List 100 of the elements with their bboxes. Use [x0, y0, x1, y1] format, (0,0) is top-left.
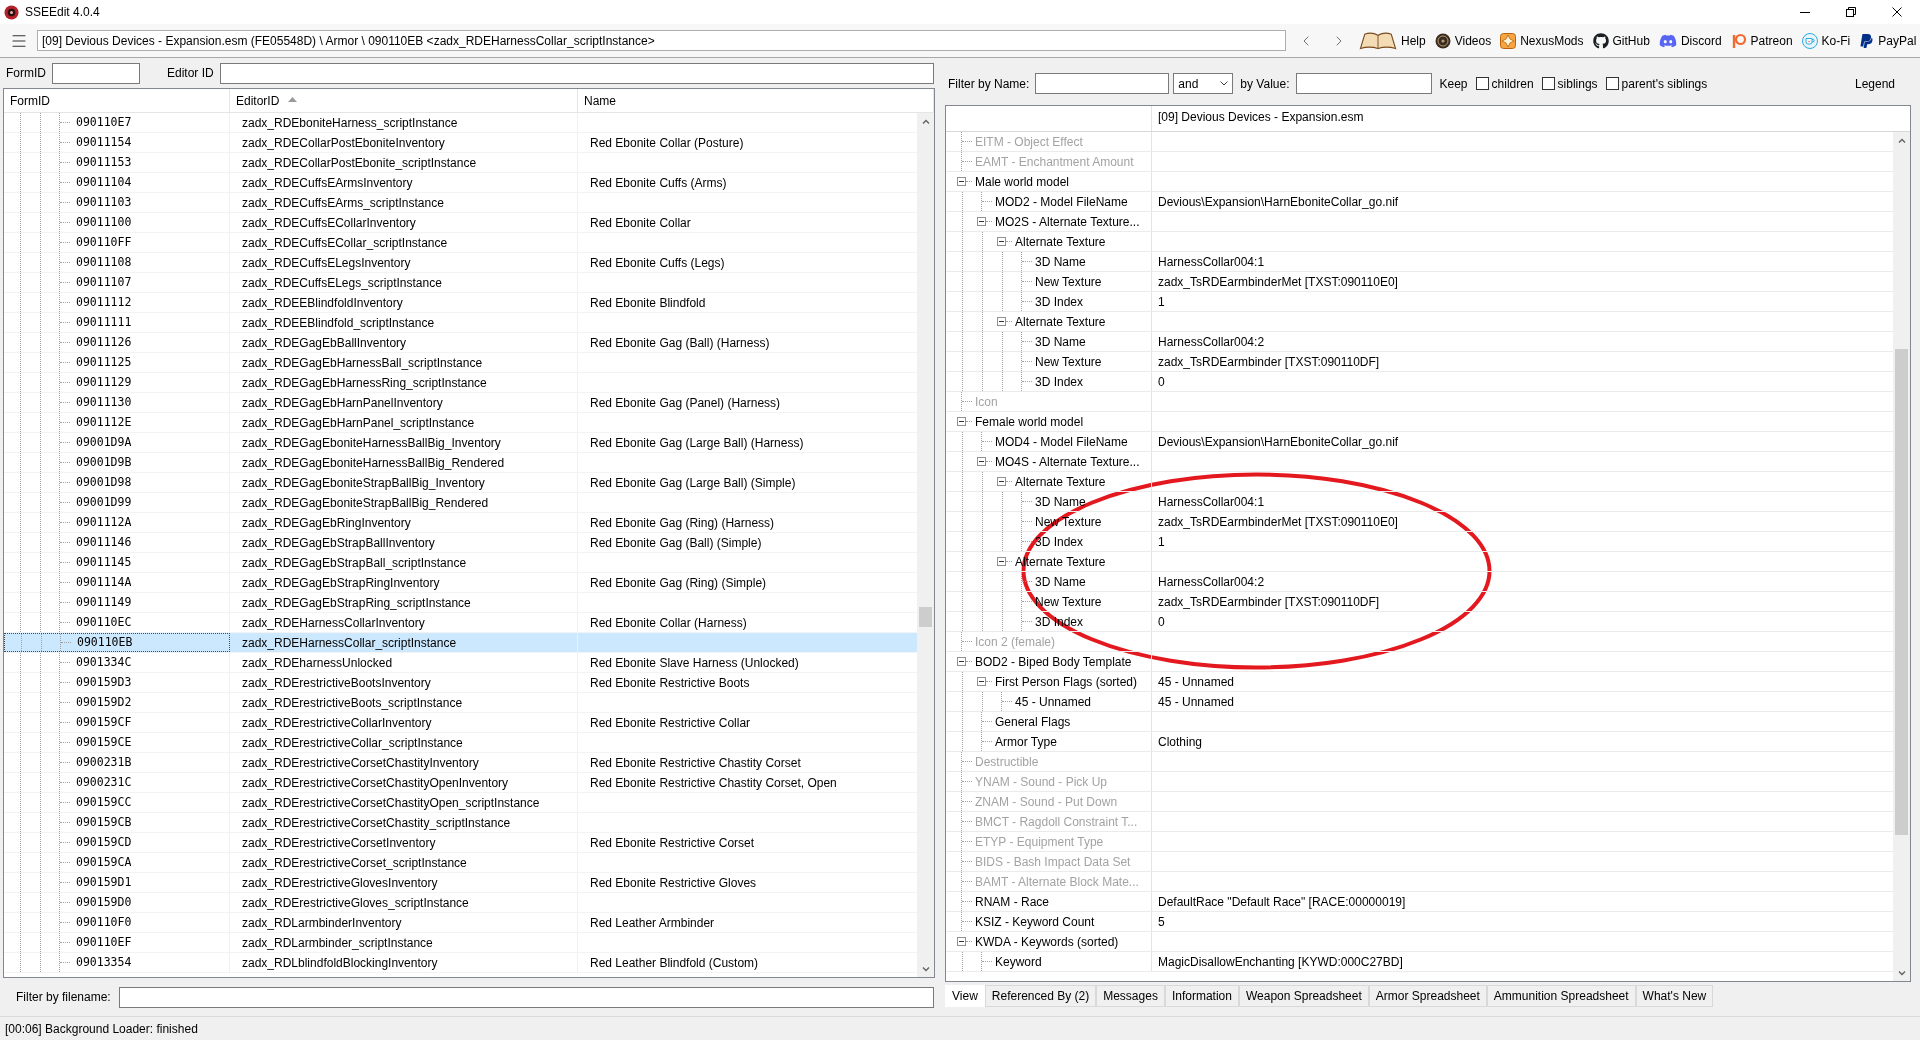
collapse-icon[interactable] [977, 217, 986, 226]
tree-row[interactable]: Female world model [946, 412, 1893, 432]
table-row[interactable]: 09011111 zadx_RDEEBlindfold_scriptInstance [4, 313, 917, 333]
table-row[interactable]: 0900231B zadx_RDErestrictiveCorsetChastityInventory Red Ebonite Restrictive Chastity Corset [4, 753, 917, 773]
table-row[interactable]: 090110FF zadx_RDECuffsECollar_scriptInstance [4, 233, 917, 253]
table-row[interactable]: 09011100 zadx_RDECuffsECollarInventory Red Ebonite Collar [4, 213, 917, 233]
tree-row[interactable]: BOD2 - Biped Body Template [946, 652, 1893, 672]
tree-row[interactable]: Armor Type Clothing [946, 732, 1893, 752]
toolbar-link[interactable]: Ko-Fi [1801, 31, 1851, 50]
tree-row[interactable]: First Person Flags (sorted) 45 - Unnamed [946, 672, 1893, 692]
checkbox[interactable] [1541, 77, 1555, 90]
toolbar-link[interactable]: Discord [1658, 31, 1722, 50]
table-row[interactable]: 09011154 zadx_RDECollarPostEboniteInventory Red Ebonite Collar (Posture) [4, 133, 917, 153]
tab[interactable]: Referenced By (2) [984, 985, 1097, 1007]
tab[interactable]: Ammunition Spreadsheet [1486, 985, 1636, 1007]
table-row[interactable]: 09011149 zadx_RDEGagEbStrapRing_scriptInstance [4, 593, 917, 613]
table-row[interactable]: 09011104 zadx_RDECuffsEArmsInventory Red Ebonite Cuffs (Arms) [4, 173, 917, 193]
tree-row[interactable]: 3D Index 1 [946, 532, 1893, 552]
table-row[interactable]: 09011103 zadx_RDECuffsEArms_scriptInstance [4, 193, 917, 213]
toolbar-link[interactable]: GitHub [1592, 31, 1650, 50]
table-row[interactable]: 0901112A zadx_RDEGagEbRingInventory Red Ebonite Gag (Ring) (Harness) [4, 513, 917, 533]
name-filter-field[interactable] [1035, 73, 1170, 94]
table-row[interactable]: 09011130 zadx_RDEGagEbHarnPanelInventory Red Ebonite Gag (Panel) (Harness) [4, 393, 917, 413]
table-row[interactable]: 09011146 zadx_RDEGagEbStrapBallInventory Red Ebonite Gag (Ball) (Simple) [4, 533, 917, 553]
table-row[interactable]: 09011107 zadx_RDECuffsELegs_scriptInstance [4, 273, 917, 293]
collapse-icon[interactable] [977, 677, 986, 686]
table-row[interactable]: 09011153 zadx_RDECollarPostEbonite_scriptInstance [4, 153, 917, 173]
table-row[interactable]: 090110F0 zadx_RDLarmbinderInventory Red Leather Armbinder [4, 913, 917, 933]
table-row[interactable]: 090159CF zadx_RDErestrictiveCollarInventory Red Ebonite Restrictive Collar [4, 713, 917, 733]
tree-row[interactable]: New Texture zadx_TsRDEarmbinder [TXST:090110DF] [946, 352, 1893, 372]
table-row[interactable]: 090159CE zadx_RDErestrictiveCollar_scriptInstance [4, 733, 917, 753]
tab[interactable]: Armor Spreadsheet [1368, 985, 1487, 1007]
tree-row[interactable]: General Flags [946, 712, 1893, 732]
table-row[interactable]: 0900231C zadx_RDErestrictiveCorsetChastityOpenInventory Red Ebonite Restrictive Chastity Corset, Open [4, 773, 917, 793]
table-row[interactable]: 09011145 zadx_RDEGagEbStrapBall_scriptInstance [4, 553, 917, 573]
table-row[interactable]: 09001D9A zadx_RDEGagEboniteHarnessBallBig_Inventory Red Ebonite Gag (Large Ball) (Harness) [4, 433, 917, 453]
table-row[interactable]: 09013354 zadx_RDLblindfoldBlockingInventory Red Leather Blindfold (Custom) [4, 953, 917, 973]
scrollbar-thumb[interactable] [919, 607, 932, 627]
toolbar-link[interactable]: NexusMods [1500, 31, 1584, 50]
tree-row[interactable]: MO2S - Alternate Texture... [946, 212, 1893, 232]
collapse-icon[interactable] [957, 937, 966, 946]
collapse-icon[interactable] [997, 557, 1006, 566]
path-field[interactable]: [09] Devious Devices - Expansion.esm (FE05548D) \ Armor \ 090110EB <zadx_RDEHarnessCollar_scriptInstance> [37, 30, 1286, 51]
table-row[interactable]: 09011108 zadx_RDECuffsELegsInventory Red Ebonite Cuffs (Legs) [4, 253, 917, 273]
table-row[interactable]: 090110EB zadx_RDEHarnessCollar_scriptInstance [4, 633, 917, 653]
tree-row[interactable]: Alternate Texture [946, 312, 1893, 332]
collapse-icon[interactable] [957, 417, 966, 426]
table-row[interactable]: 090159D0 zadx_RDErestrictiveGloves_scriptInstance [4, 893, 917, 913]
tree-row[interactable]: Alternate Texture [946, 472, 1893, 492]
table-row[interactable]: 090159CC zadx_RDErestrictiveCorsetChastityOpen_scriptInstance [4, 793, 917, 813]
checkbox[interactable] [1475, 77, 1489, 90]
toolbar-link[interactable]: Patreon [1730, 31, 1793, 50]
table-row[interactable]: 09011126 zadx_RDEGagEbBallInventory Red Ebonite Gag (Ball) (Harness) [4, 333, 917, 353]
collapse-icon[interactable] [997, 477, 1006, 486]
collapse-icon[interactable] [977, 457, 986, 466]
tree-row[interactable]: 45 - Unnamed 45 - Unnamed [946, 692, 1893, 712]
scrollbar[interactable] [1893, 132, 1910, 981]
tree-row[interactable]: New Texture zadx_TsRDEarmbinder [TXST:090110DF] [946, 592, 1893, 612]
tab[interactable]: Information [1164, 985, 1239, 1007]
tree-row[interactable]: Keyword MagicDisallowEnchanting [KYWD:000C27BD] [946, 952, 1893, 972]
form-id-field[interactable] [52, 62, 140, 84]
column-header[interactable]: FormID [4, 89, 230, 112]
scrollbar-thumb[interactable] [1895, 349, 1908, 835]
collapse-icon[interactable] [997, 317, 1006, 326]
table-row[interactable]: 09001D98 zadx_RDEGagEboniteStrapBallBig_Inventory Red Ebonite Gag (Large Ball) (Simple) [4, 473, 917, 493]
tree-row[interactable]: Alternate Texture [946, 232, 1893, 252]
table-row[interactable]: 0901112E zadx_RDEGagEbHarnPanel_scriptInstance [4, 413, 917, 433]
table-row[interactable]: 090159CB zadx_RDErestrictiveCorsetChastity_scriptInstance [4, 813, 917, 833]
table-row[interactable]: 09011112 zadx_RDEEBlindfoldInventory Red Ebonite Blindfold [4, 293, 917, 313]
table-row[interactable]: 090110E7 zadx_RDEboniteHarness_scriptInstance [4, 113, 917, 133]
table-row[interactable]: 090110EC zadx_RDEHarnessCollarInventory Red Ebonite Collar (Harness) [4, 613, 917, 633]
table-row[interactable]: 0901114A zadx_RDEGagEbStrapRingInventory Red Ebonite Gag (Ring) (Simple) [4, 573, 917, 593]
collapse-icon[interactable] [957, 177, 966, 186]
table-row[interactable]: 09011129 zadx_RDEGagEbHarnessRing_scriptInstance [4, 373, 917, 393]
toolbar-link[interactable]: Help [1359, 31, 1426, 50]
table-row[interactable]: 090159D1 zadx_RDErestrictiveGlovesInventory Red Ebonite Restrictive Gloves [4, 873, 917, 893]
table-row[interactable]: 09011125 zadx_RDEGagEbHarnessBall_scriptInstance [4, 353, 917, 373]
table-row[interactable]: 0901334C zadx_RDEharnessUnlocked Red Ebonite Slave Harness (Unlocked) [4, 653, 917, 673]
tree-row[interactable]: 3D Name HarnessCollar004:2 [946, 572, 1893, 592]
table-row[interactable]: 09001D99 zadx_RDEGagEboniteStrapBallBig_Rendered [4, 493, 917, 513]
filename-filter-field[interactable] [118, 986, 934, 1008]
tree-row[interactable]: 3D Name HarnessCollar004:2 [946, 332, 1893, 352]
tree-row[interactable]: 3D Index 1 [946, 292, 1893, 312]
tree-row[interactable]: 3D Name HarnessCollar004:1 [946, 492, 1893, 512]
operator-dropdown[interactable]: and [1173, 73, 1234, 94]
tree-row[interactable]: MO4S - Alternate Texture... [946, 452, 1893, 472]
tab[interactable]: What's New [1635, 985, 1714, 1007]
table-row[interactable]: 090159D3 zadx_RDErestrictiveBootsInventory Red Ebonite Restrictive Boots [4, 673, 917, 693]
tab[interactable]: Messages [1096, 985, 1165, 1007]
value-filter-field[interactable] [1295, 73, 1432, 94]
scrollbar[interactable] [917, 113, 934, 977]
tree-row[interactable]: RNAM - Race DefaultRace "Default Race" [RACE:00000019] [946, 892, 1893, 912]
collapse-icon[interactable] [957, 657, 966, 666]
column-header[interactable]: EditorID [230, 89, 578, 112]
table-row[interactable]: 090159D2 zadx_RDErestrictiveBoots_scriptInstance [4, 693, 917, 713]
table-row[interactable]: 090159CD zadx_RDErestrictiveCorsetInventory Red Ebonite Restrictive Corset [4, 833, 917, 853]
checkbox[interactable] [1605, 77, 1619, 90]
tree-row[interactable]: 3D Name HarnessCollar004:1 [946, 252, 1893, 272]
table-row[interactable]: 090159CA zadx_RDErestrictiveCorset_scriptInstance [4, 853, 917, 873]
tree-row[interactable]: MOD4 - Model FileName Devious\Expansion\HarnEboniteCollar_go.nif [946, 432, 1893, 452]
